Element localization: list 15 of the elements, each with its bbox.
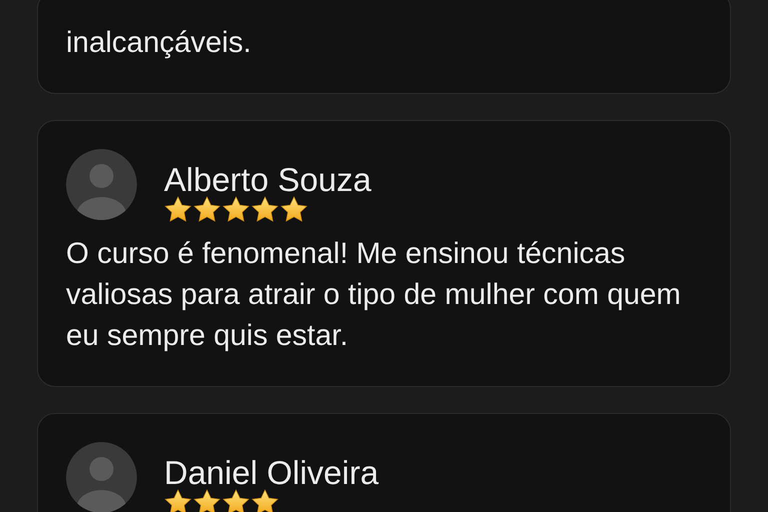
star-icon [222,196,250,223]
avatar-icon [66,442,137,512]
star-icon [164,489,192,512]
star-icon [280,196,308,223]
star-icon [193,196,221,223]
star-icon [251,489,279,512]
star-icon [251,196,279,223]
star-icon [193,489,221,512]
star-icon [222,489,250,512]
review-text: O curso é fenomenal! Me ensinou técnicas valiosas para atrair o tipo de mulher com quem eu sempre quis estar. [66,236,682,354]
reviewer-name: Daniel Oliveira [164,454,379,492]
star-icon [164,196,192,223]
review-text: inalcançáveis. [66,25,252,61]
avatar-icon [66,149,137,220]
reviewer-name: Alberto Souza [164,161,372,199]
